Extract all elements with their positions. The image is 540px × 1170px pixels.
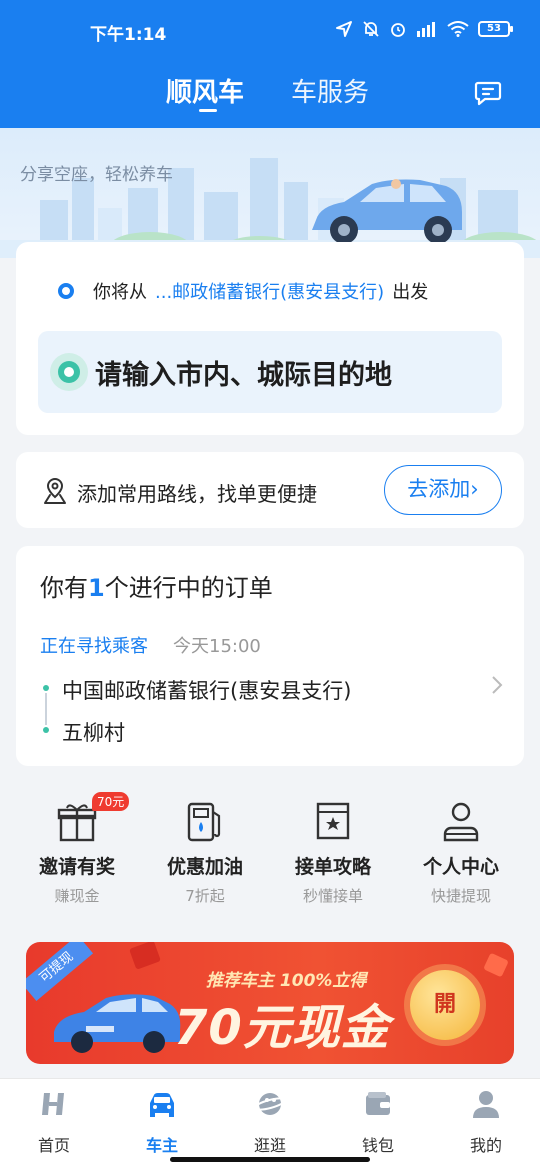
nav-home[interactable]: 首页: [0, 1089, 108, 1156]
status-bar: 下午1:14 53: [0, 0, 540, 62]
common-route-card: 添加常用路线，找单更便捷 去添加›: [16, 452, 524, 528]
action-profile-label: 个人中心: [422, 856, 499, 878]
invite-badge: 70元: [92, 792, 130, 811]
status-icons: 53: [335, 20, 513, 38]
action-fuel-sub: 7折起: [185, 887, 225, 905]
route-end-dot-icon: [43, 727, 49, 733]
red-envelope-icon: [484, 953, 508, 977]
message-icon[interactable]: [474, 80, 502, 106]
departure-card: 你将从 ...邮政储蓄银行(惠安县支行) 出发 请输入市内、城际目的地: [16, 242, 524, 435]
tab-active-indicator: [199, 109, 217, 112]
gift-icon: [57, 800, 97, 844]
action-fuel[interactable]: 优惠加油 7折起: [140, 790, 270, 906]
location-arrow-icon: [336, 21, 352, 37]
order-status: 正在寻找乘客: [40, 636, 148, 657]
add-route-label: 去添加: [407, 477, 471, 501]
departure-prefix: 你将从: [93, 282, 147, 303]
star-bookmark-icon: [313, 800, 353, 844]
promo-banner[interactable]: 可提现 推荐车主 100%立得 70元现金 開: [26, 942, 514, 1064]
bell-muted-icon: [363, 21, 379, 37]
action-guide-sub: 秒懂接单: [302, 887, 363, 905]
nav-driver-label: 车主: [145, 1136, 178, 1155]
common-route-text: 添加常用路线，找单更便捷: [77, 482, 317, 506]
nav-home-label: 首页: [37, 1136, 70, 1155]
order-title: 你有1个进行中的订单: [40, 568, 273, 603]
route-pin-icon: [44, 477, 66, 504]
quick-actions: 70元 邀请有奖 赚现金 优惠加油 7折起 接单攻略 秒懂接单 个人中心 快捷提…: [0, 790, 540, 910]
action-profile[interactable]: 个人中心 快捷提现: [396, 790, 526, 906]
nav-driver[interactable]: 车主: [108, 1089, 216, 1156]
action-fuel-label: 优惠加油: [166, 856, 243, 878]
nav-wallet-label: 钱包: [361, 1136, 394, 1155]
profile-icon: [473, 1091, 499, 1118]
signal-icon: [417, 22, 435, 37]
alarm-icon: [391, 23, 405, 37]
add-route-button[interactable]: 去添加›: [384, 465, 502, 515]
wifi-icon: [447, 21, 469, 37]
nav-wallet[interactable]: 钱包: [324, 1089, 432, 1156]
destination-input[interactable]: 请输入市内、城际目的地: [38, 331, 502, 413]
home-logo-icon: [42, 1093, 64, 1115]
city-skyline-illustration: [0, 158, 540, 258]
app-header: 下午1:14 53 顺风车 车服务: [0, 0, 540, 128]
action-invite-sub: 赚现金: [54, 887, 100, 905]
departure-suffix: 出发: [392, 282, 429, 303]
banner-slogan: 分享空座，轻松养车: [20, 165, 173, 185]
order-from: 中国邮政储蓄银行(惠安县支行): [62, 679, 352, 703]
departure-line[interactable]: 你将从 ...邮政储蓄银行(惠安县支行) 出发: [58, 278, 428, 304]
battery-icon: 53: [478, 21, 513, 37]
chevron-right-icon: ›: [470, 477, 479, 501]
promo-car-illustration: [54, 994, 181, 1053]
nav-explore-label: 逛逛: [253, 1136, 286, 1155]
order-count: 1: [88, 574, 105, 602]
action-guide[interactable]: 接单攻略 秒懂接单: [268, 790, 398, 906]
route-start-dot-icon: [43, 685, 49, 691]
departure-place[interactable]: ...邮政储蓄银行(惠安县支行): [155, 278, 384, 304]
action-invite-label: 邀请有奖: [38, 856, 115, 878]
promo-headline: 70元现金: [174, 1000, 390, 1056]
action-invite[interactable]: 70元 邀请有奖 赚现金: [12, 790, 142, 906]
banner-illustration: [0, 128, 540, 258]
order-time: 今天15:00: [173, 636, 261, 657]
person-icon: [441, 800, 481, 844]
tab-hitch-ride[interactable]: 顺风车: [166, 72, 244, 109]
action-profile-sub: 快捷提现: [430, 887, 491, 905]
nav-me-label: 我的: [469, 1136, 502, 1155]
fuel-pump-icon: [185, 800, 225, 844]
car-icon: [150, 1093, 174, 1117]
home-indicator[interactable]: [170, 1157, 370, 1162]
car-illustration: [312, 179, 462, 244]
top-tabs: 顺风车 车服务: [0, 72, 540, 116]
promo-open-button[interactable]: 開: [410, 970, 480, 1040]
route-connector: [45, 693, 47, 725]
order-title-prefix: 你有: [40, 574, 88, 602]
nav-me[interactable]: 我的: [432, 1089, 540, 1156]
order-title-suffix: 个进行中的订单: [104, 574, 273, 602]
ongoing-order-card[interactable]: 你有1个进行中的订单 正在寻找乘客 今天15:00 中国邮政储蓄银行(惠安县支行…: [16, 546, 524, 766]
red-envelope-icon: [129, 942, 161, 969]
nav-explore[interactable]: 逛逛: [216, 1089, 324, 1156]
destination-placeholder: 请输入市内、城际目的地: [95, 360, 392, 391]
status-time: 下午1:14: [90, 25, 167, 45]
origin-dot-icon: [58, 283, 74, 299]
chevron-right-icon: [492, 676, 503, 694]
planet-icon: [253, 1093, 287, 1115]
promo-open-label: 開: [433, 992, 456, 1017]
action-guide-label: 接单攻略: [294, 856, 371, 878]
order-to: 五柳村: [62, 721, 125, 745]
wallet-icon: [366, 1092, 390, 1115]
destination-dot-icon: [50, 353, 88, 391]
tab-car-service[interactable]: 车服务: [291, 72, 369, 109]
